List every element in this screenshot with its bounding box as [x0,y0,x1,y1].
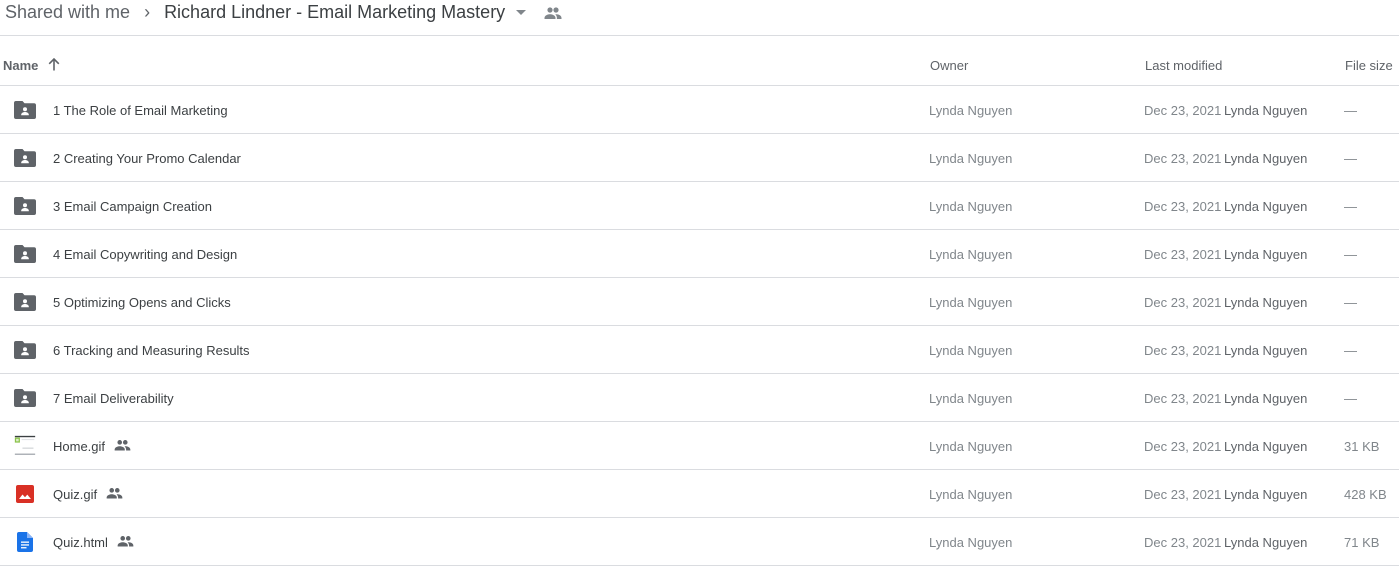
owner-cell: Lynda Nguyen [929,535,1013,550]
file-row[interactable]: 7 Email Deliverability Lynda Nguyen Dec 23… [0,374,1399,422]
file-name-cell[interactable]: 5 Optimizing Opens and Clicks [53,295,231,310]
owner-cell: Lynda Nguyen [929,487,1013,502]
file-row[interactable]: 6 Tracking and Measuring Results Lynda Ng… [0,326,1399,374]
breadcrumb: Shared with me › Richard Lindner - Email… [0,0,1399,36]
owner-cell: Lynda Nguyen [929,439,1013,454]
modified-by-cell: Lynda Nguyen [1224,391,1308,406]
file-name-cell[interactable]: 4 Email Copywriting and Design [53,247,237,262]
file-name: 7 Email Deliverability [53,391,174,406]
file-name-cell[interactable]: 6 Tracking and Measuring Results [53,343,250,358]
file-size-cell: — [1344,151,1357,166]
owner-cell: Lynda Nguyen [929,295,1013,310]
file-name: 2 Creating Your Promo Calendar [53,151,241,166]
modified-by-cell: Lynda Nguyen [1224,295,1308,310]
file-name: Quiz.gif [53,487,98,502]
owner-cell: Lynda Nguyen [929,199,1013,214]
shared-folder-icon [14,244,36,264]
file-size-cell: — [1344,391,1357,406]
shared-folder-icon [14,292,36,312]
owner-cell: Lynda Nguyen [929,151,1013,166]
file-row[interactable]: Quiz.gif Lynda Nguyen Dec 23, 2021 Lynda Ng… [0,470,1399,518]
modified-date-cell: Dec 23, 2021 [1144,439,1222,454]
file-row[interactable]: 1 The Role of Email Marketing Lynda Nguye… [0,86,1399,134]
modified-by-cell: Lynda Nguyen [1224,199,1308,214]
arrow-up-icon[interactable] [48,58,60,71]
modified-by-cell: Lynda Nguyen [1224,439,1308,454]
file-name: Home.gif [53,439,106,454]
file-name: 6 Tracking and Measuring Results [53,343,250,358]
file-name-cell[interactable]: 1 The Role of Email Marketing [53,103,228,118]
file-size-cell: — [1344,247,1357,262]
file-name: 5 Optimizing Opens and Clicks [53,295,231,310]
file-name: 1 The Role of Email Marketing [53,103,228,118]
column-header-name[interactable]: Name [3,58,60,73]
caret-down-icon[interactable] [516,10,527,15]
file-name-cell[interactable]: Quiz.html [53,535,134,550]
column-header-name-label: Name [3,58,39,73]
people-icon [117,535,134,547]
file-name-cell[interactable]: Quiz.gif [53,487,123,502]
modified-date-cell: Dec 23, 2021 [1144,487,1222,502]
file-name-cell[interactable]: 2 Creating Your Promo Calendar [53,151,241,166]
file-row[interactable]: 2 Creating Your Promo Calendar Lynda Nguy… [0,134,1399,182]
file-name-cell[interactable]: 3 Email Campaign Creation [53,199,212,214]
people-icon [114,439,131,451]
shared-folder-icon [14,100,36,120]
modified-by-cell: Lynda Nguyen [1224,487,1308,502]
breadcrumb-separator: › [144,2,151,22]
owner-cell: Lynda Nguyen [929,247,1013,262]
modified-by-cell: Lynda Nguyen [1224,247,1308,262]
modified-date-cell: Dec 23, 2021 [1144,391,1222,406]
file-row[interactable]: Home.gif Lynda Nguyen Dec 23, 2021 Lynda Ng… [0,422,1399,470]
modified-by-cell: Lynda Nguyen [1224,343,1308,358]
people-icon [106,487,123,499]
modified-by-cell: Lynda Nguyen [1224,151,1308,166]
modified-by-cell: Lynda Nguyen [1224,535,1308,550]
file-row[interactable]: 5 Optimizing Opens and Clicks Lynda Nguye… [0,278,1399,326]
file-size-cell: — [1344,295,1357,310]
breadcrumb-current-folder[interactable]: Richard Lindner - Email Marketing Master… [164,2,505,23]
column-header-last-modified[interactable]: Last modified [1145,58,1222,73]
owner-cell: Lynda Nguyen [929,103,1013,118]
file-size-cell: — [1344,199,1357,214]
owner-cell: Lynda Nguyen [929,343,1013,358]
image-thumbnail-icon [14,435,36,457]
modified-date-cell: Dec 23, 2021 [1144,103,1222,118]
shared-folder-icon [14,196,36,216]
shared-folder-icon [14,340,36,360]
file-name-cell[interactable]: Home.gif [53,439,131,454]
file-row[interactable]: 4 Email Copywriting and Design Lynda Nguy… [0,230,1399,278]
column-header-file-size[interactable]: File size [1345,58,1393,73]
modified-date-cell: Dec 23, 2021 [1144,247,1222,262]
shared-folder-icon [14,148,36,168]
file-size-cell: — [1344,103,1357,118]
owner-cell: Lynda Nguyen [929,391,1013,406]
file-row[interactable]: 3 Email Campaign Creation Lynda Nguyen Dec… [0,182,1399,230]
modified-date-cell: Dec 23, 2021 [1144,343,1222,358]
file-row[interactable]: Quiz.html Lynda Nguyen Dec 23, 2021 Lynda N… [0,518,1399,566]
file-size-cell: 428 KB [1344,487,1387,502]
modified-date-cell: Dec 23, 2021 [1144,295,1222,310]
people-icon[interactable] [544,6,562,20]
breadcrumb-root-link[interactable]: Shared with me [5,2,130,23]
file-name: 4 Email Copywriting and Design [53,247,238,262]
table-header: Name Owner Last modified File size [0,37,1399,86]
modified-by-cell: Lynda Nguyen [1224,103,1308,118]
file-name: Quiz.html [53,535,108,550]
file-size-cell: — [1344,343,1357,358]
shared-folder-icon [14,388,36,408]
modified-date-cell: Dec 23, 2021 [1144,199,1222,214]
file-name: 3 Email Campaign Creation [53,199,212,214]
file-name-cell[interactable]: 7 Email Deliverability [53,391,174,406]
document-file-icon [14,532,36,552]
column-header-owner[interactable]: Owner [930,58,968,73]
modified-date-cell: Dec 23, 2021 [1144,535,1222,550]
file-size-cell: 71 KB [1344,535,1380,550]
modified-date-cell: Dec 23, 2021 [1144,151,1222,166]
file-size-cell: 31 KB [1344,439,1380,454]
image-file-icon [14,484,36,504]
